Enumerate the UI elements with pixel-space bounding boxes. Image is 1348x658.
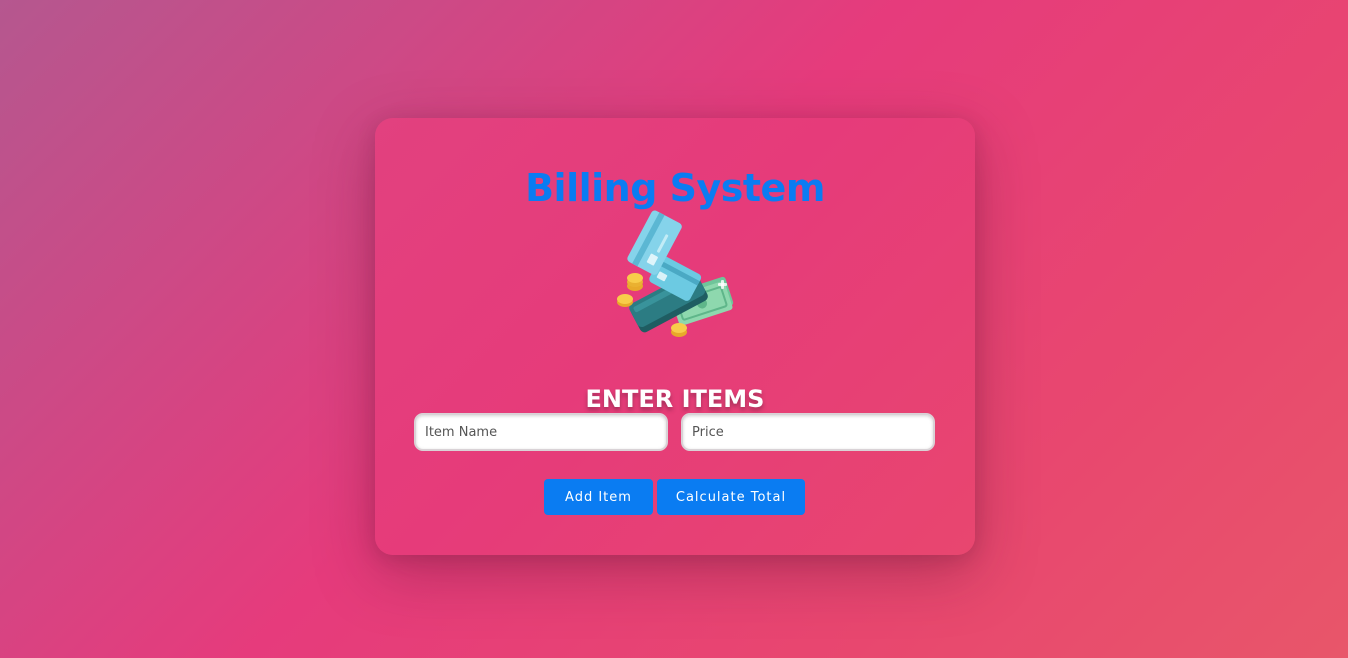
- calculate-total-button[interactable]: Calculate Total: [657, 479, 805, 515]
- billing-card: Billing System ENTER ITEMS Item Name Pri…: [375, 118, 975, 555]
- section-heading: ENTER ITEMS: [585, 384, 765, 413]
- add-item-button[interactable]: Add Item: [544, 479, 653, 515]
- price-input[interactable]: [681, 413, 935, 451]
- item-name-input[interactable]: [414, 413, 668, 451]
- payment-card-wallet-icon: [605, 204, 745, 344]
